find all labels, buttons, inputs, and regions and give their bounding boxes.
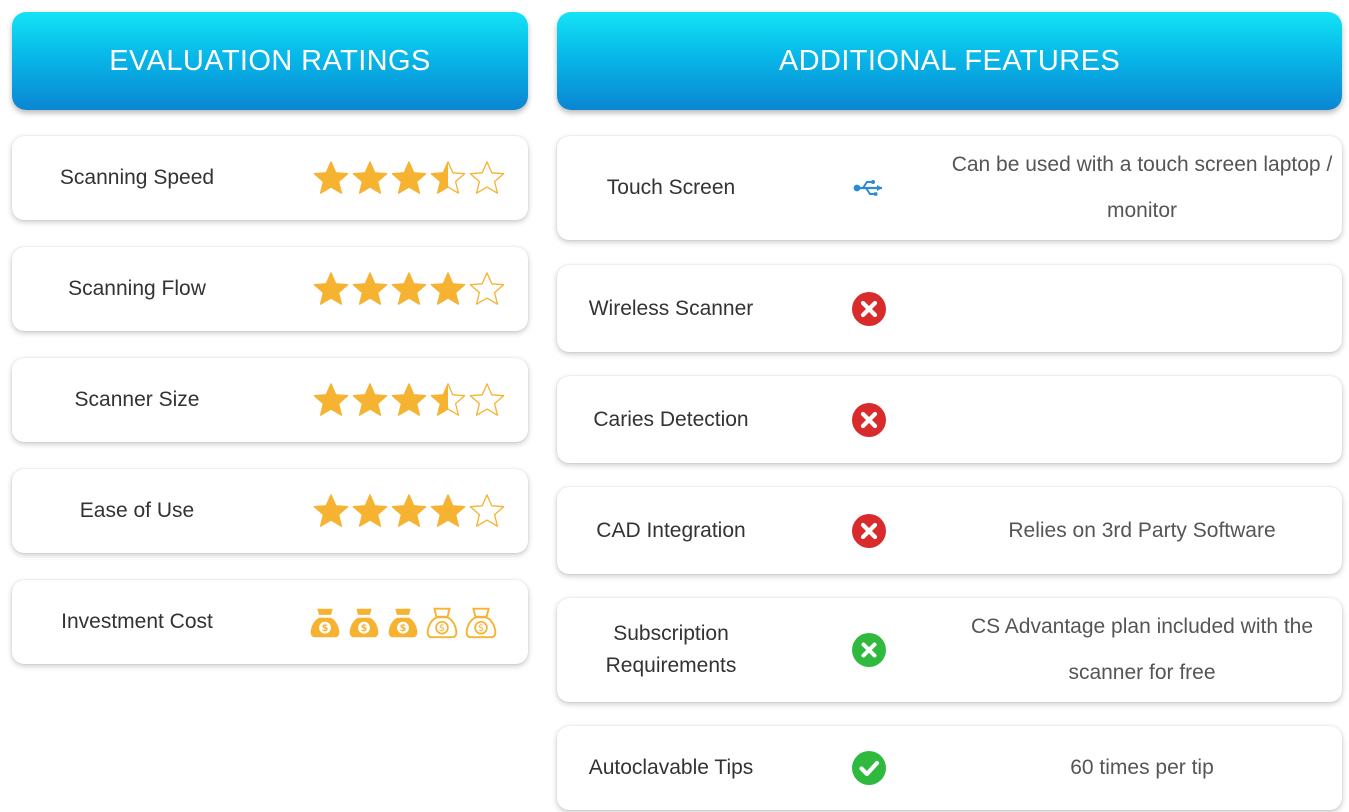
star-icon: [391, 161, 427, 194]
star-icon: [430, 161, 466, 194]
rating-label: Scanner Size: [74, 388, 200, 411]
star-rating: [312, 247, 507, 331]
feature-card-wireless-scanner: Wireless Scanner: [557, 265, 1342, 352]
feature-note: CS Advantage plan included with the scan…: [970, 615, 1314, 684]
cost-rating: $ $ $ $ $: [306, 580, 501, 664]
star-rating: [312, 136, 507, 220]
x-circle-green-icon: [851, 632, 887, 668]
feature-card-subscription-requirements: Subscription Requirements CS Advantage p…: [557, 598, 1342, 702]
star-icon: [430, 272, 466, 305]
feature-card-autoclavable-tips: Autoclavable Tips 60 times per tip: [557, 726, 1342, 810]
money-bag-icon: $: [426, 607, 458, 639]
rating-card-scanning-speed: Scanning Speed: [12, 136, 528, 220]
star-icon: [391, 272, 427, 305]
feature-card-caries-detection: Caries Detection: [557, 376, 1342, 463]
svg-text:$: $: [439, 623, 445, 634]
star-icon: [469, 494, 505, 527]
rating-card-investment-cost: Investment Cost $ $ $ $ $: [12, 580, 528, 664]
check-circle-green-icon: [851, 750, 887, 786]
star-icon: [313, 161, 349, 194]
rating-label: Scanning Flow: [68, 277, 206, 300]
svg-text:$: $: [322, 623, 329, 634]
feature-label: Touch Screen: [606, 176, 736, 199]
star-icon: [352, 161, 388, 194]
rating-label: Investment Cost: [61, 610, 213, 633]
evaluation-ratings-header: EVALUATION RATINGS: [12, 12, 528, 110]
additional-features-header: ADDITIONAL FEATURES: [557, 12, 1342, 110]
feature-note: 60 times per tip: [1070, 756, 1214, 779]
star-icon: [469, 161, 505, 194]
star-icon: [469, 272, 505, 305]
star-icon: [430, 383, 466, 416]
star-icon: [313, 494, 349, 527]
star-rating: [312, 469, 507, 553]
feature-label: Autoclavable Tips: [588, 756, 754, 779]
money-bag-icon: $: [310, 608, 340, 638]
money-bag-icon: $: [465, 607, 497, 639]
feature-label: Subscription Requirements: [605, 622, 737, 677]
feature-card-touch-screen: Touch Screen Can be used with a touch sc…: [557, 136, 1342, 240]
rating-card-ease-of-use: Ease of Use: [12, 469, 528, 553]
x-circle-red-icon: [851, 291, 887, 327]
star-rating: [312, 358, 507, 442]
star-icon: [352, 494, 388, 527]
star-icon: [313, 272, 349, 305]
rating-card-scanner-size: Scanner Size: [12, 358, 528, 442]
rating-label: Scanning Speed: [59, 166, 215, 189]
feature-card-cad-integration: CAD Integration Relies on 3rd Party Soft…: [557, 487, 1342, 574]
feature-note: Relies on 3rd Party Software: [1008, 518, 1276, 542]
feature-note: [947, 376, 1337, 463]
x-circle-red-icon: [851, 402, 887, 438]
svg-text:$: $: [400, 623, 407, 634]
feature-note: [947, 265, 1337, 352]
svg-text:$: $: [478, 623, 484, 634]
rating-card-scanning-flow: Scanning Flow: [12, 247, 528, 331]
star-icon: [352, 272, 388, 305]
feature-label: Wireless Scanner: [588, 296, 754, 320]
svg-text:$: $: [361, 623, 368, 634]
feature-label: Caries Detection: [593, 407, 749, 431]
additional-features-title: ADDITIONAL FEATURES: [778, 44, 1121, 77]
money-bag-icon: $: [388, 608, 418, 638]
star-icon: [313, 383, 349, 416]
usb-icon: [851, 170, 887, 206]
feature-label: CAD Integration: [596, 518, 746, 542]
rating-label: Ease of Use: [79, 499, 195, 522]
feature-note: Can be used with a touch screen laptop /…: [951, 153, 1333, 222]
star-icon: [469, 383, 505, 416]
star-icon: [391, 383, 427, 416]
star-icon: [391, 494, 427, 527]
star-icon: [430, 494, 466, 527]
x-circle-red-icon: [851, 513, 887, 549]
evaluation-ratings-title: EVALUATION RATINGS: [109, 44, 431, 77]
star-icon: [352, 383, 388, 416]
money-bag-icon: $: [349, 608, 379, 638]
